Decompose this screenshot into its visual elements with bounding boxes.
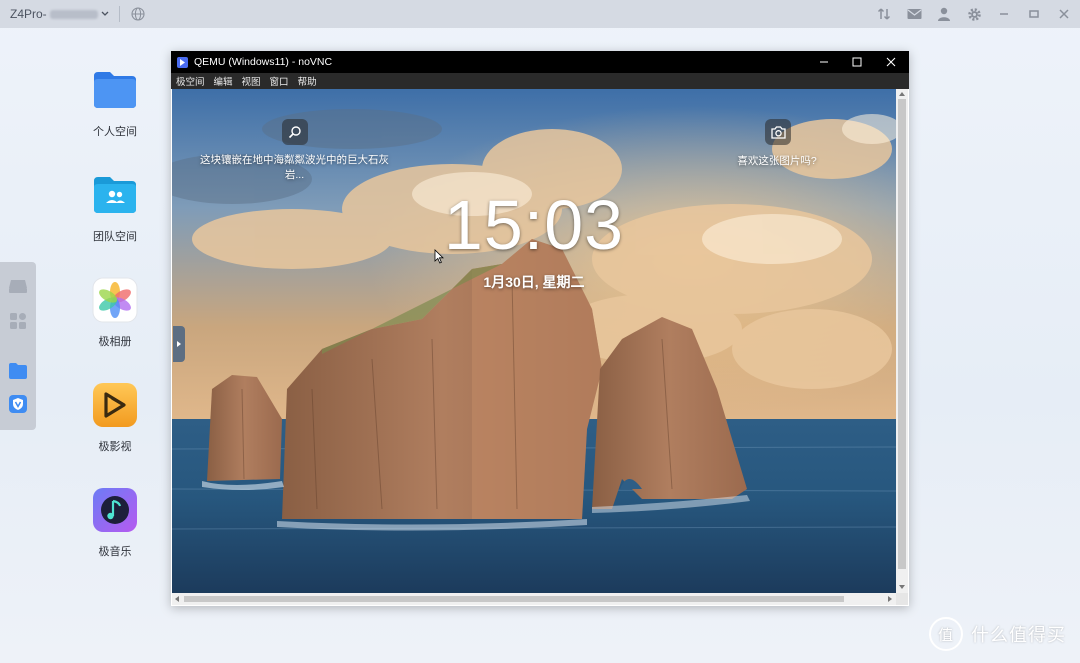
like-picture-button[interactable] <box>765 119 791 145</box>
search-icon <box>288 126 301 139</box>
desktop-item-music[interactable]: 极音乐 <box>82 487 148 559</box>
menu-item[interactable]: 极空间 <box>176 74 205 88</box>
device-selector[interactable]: Z4Pro- <box>10 7 109 21</box>
drive-icon[interactable] <box>8 276 28 296</box>
scroll-corner <box>896 593 908 605</box>
mouse-cursor-icon <box>434 249 444 264</box>
desktop-item-label: 极音乐 <box>98 546 132 558</box>
globe-icon[interactable] <box>130 6 146 22</box>
spotlight-caption[interactable]: 这块镶嵌在地中海粼粼波光中的巨大石灰岩... <box>192 153 397 183</box>
desktop-item-label: 团队空间 <box>93 231 137 243</box>
desktop-item-label: 极相册 <box>98 336 132 348</box>
menu-item[interactable]: 帮助 <box>298 74 317 88</box>
watermark-logo: 值 <box>929 617 963 651</box>
vertical-scroll-thumb[interactable] <box>898 99 906 569</box>
system-topbar: Z4Pro- <box>0 0 1080 28</box>
music-icon <box>93 488 137 532</box>
desktop-item-team-space[interactable]: 团队空间 <box>82 172 148 244</box>
novnc-sidebar-handle[interactable] <box>173 326 185 362</box>
video-icon <box>93 383 137 427</box>
horizontal-scrollbar[interactable] <box>172 593 896 605</box>
user-icon[interactable] <box>936 6 952 22</box>
gear-icon[interactable] <box>966 6 982 22</box>
chevron-right-icon <box>177 341 181 347</box>
menu-item[interactable]: 编辑 <box>214 74 233 88</box>
scroll-up-icon[interactable] <box>899 91 905 96</box>
window-minimize-button[interactable] <box>807 51 841 73</box>
desktop-item-label: 个人空间 <box>93 126 137 138</box>
folder-icon <box>94 72 136 108</box>
transfer-icon[interactable] <box>876 6 892 22</box>
camera-icon <box>770 125 786 139</box>
window-close-button[interactable] <box>874 51 908 73</box>
menu-item[interactable]: 窗口 <box>270 74 289 88</box>
shield-app-icon[interactable] <box>8 394 28 414</box>
folder-icon[interactable] <box>8 361 28 381</box>
scroll-down-icon[interactable] <box>899 585 905 590</box>
desktop-item-label: 极影视 <box>98 441 132 453</box>
device-name: Z4Pro- <box>10 7 47 21</box>
minimize-icon[interactable] <box>996 6 1012 22</box>
chevron-down-icon <box>101 11 109 16</box>
photos-icon <box>92 277 138 323</box>
lockscreen-clock: 15:03 <box>443 186 625 264</box>
window-titlebar[interactable]: QEMU (Windows11) - noVNC <box>171 51 909 73</box>
apps-grid-icon[interactable] <box>8 311 28 331</box>
window-maximize-button[interactable] <box>840 51 874 73</box>
scroll-right-icon[interactable] <box>888 596 893 602</box>
close-icon[interactable] <box>1056 6 1072 22</box>
redacted-device-id <box>49 9 98 19</box>
desktop-item-photos[interactable]: 极相册 <box>82 277 148 349</box>
remote-screen[interactable]: 这块镶嵌在地中海粼粼波光中的巨大石灰岩... 喜欢这张图片吗? 15:03 1月… <box>172 89 896 593</box>
team-folder-icon <box>94 177 136 213</box>
desktop-item-personal-space[interactable]: 个人空间 <box>82 67 148 139</box>
app-dock <box>0 262 36 430</box>
vertical-scrollbar[interactable] <box>896 89 908 593</box>
watermark-text: 什么值得买 <box>971 625 1066 645</box>
watermark: 值 什么值得买 <box>929 617 1066 651</box>
maximize-icon[interactable] <box>1026 6 1042 22</box>
scroll-left-icon[interactable] <box>174 596 179 602</box>
mail-icon[interactable] <box>906 6 922 22</box>
vnc-window: QEMU (Windows11) - noVNC 极空间 编辑 视图 窗口 帮助 <box>171 51 909 606</box>
desktop-item-video[interactable]: 极影视 <box>82 382 148 454</box>
divider <box>118 6 120 22</box>
window-menubar: 极空间 编辑 视图 窗口 帮助 <box>171 73 909 89</box>
lockscreen-date: 1月30日, 星期二 <box>483 274 585 290</box>
spotlight-search-button[interactable] <box>282 119 308 145</box>
window-title: QEMU (Windows11) - noVNC <box>194 56 333 68</box>
menu-item[interactable]: 视图 <box>242 74 261 88</box>
like-picture-label[interactable]: 喜欢这张图片吗? <box>727 153 827 168</box>
horizontal-scroll-thumb[interactable] <box>184 596 844 602</box>
qemu-app-icon <box>177 56 188 68</box>
